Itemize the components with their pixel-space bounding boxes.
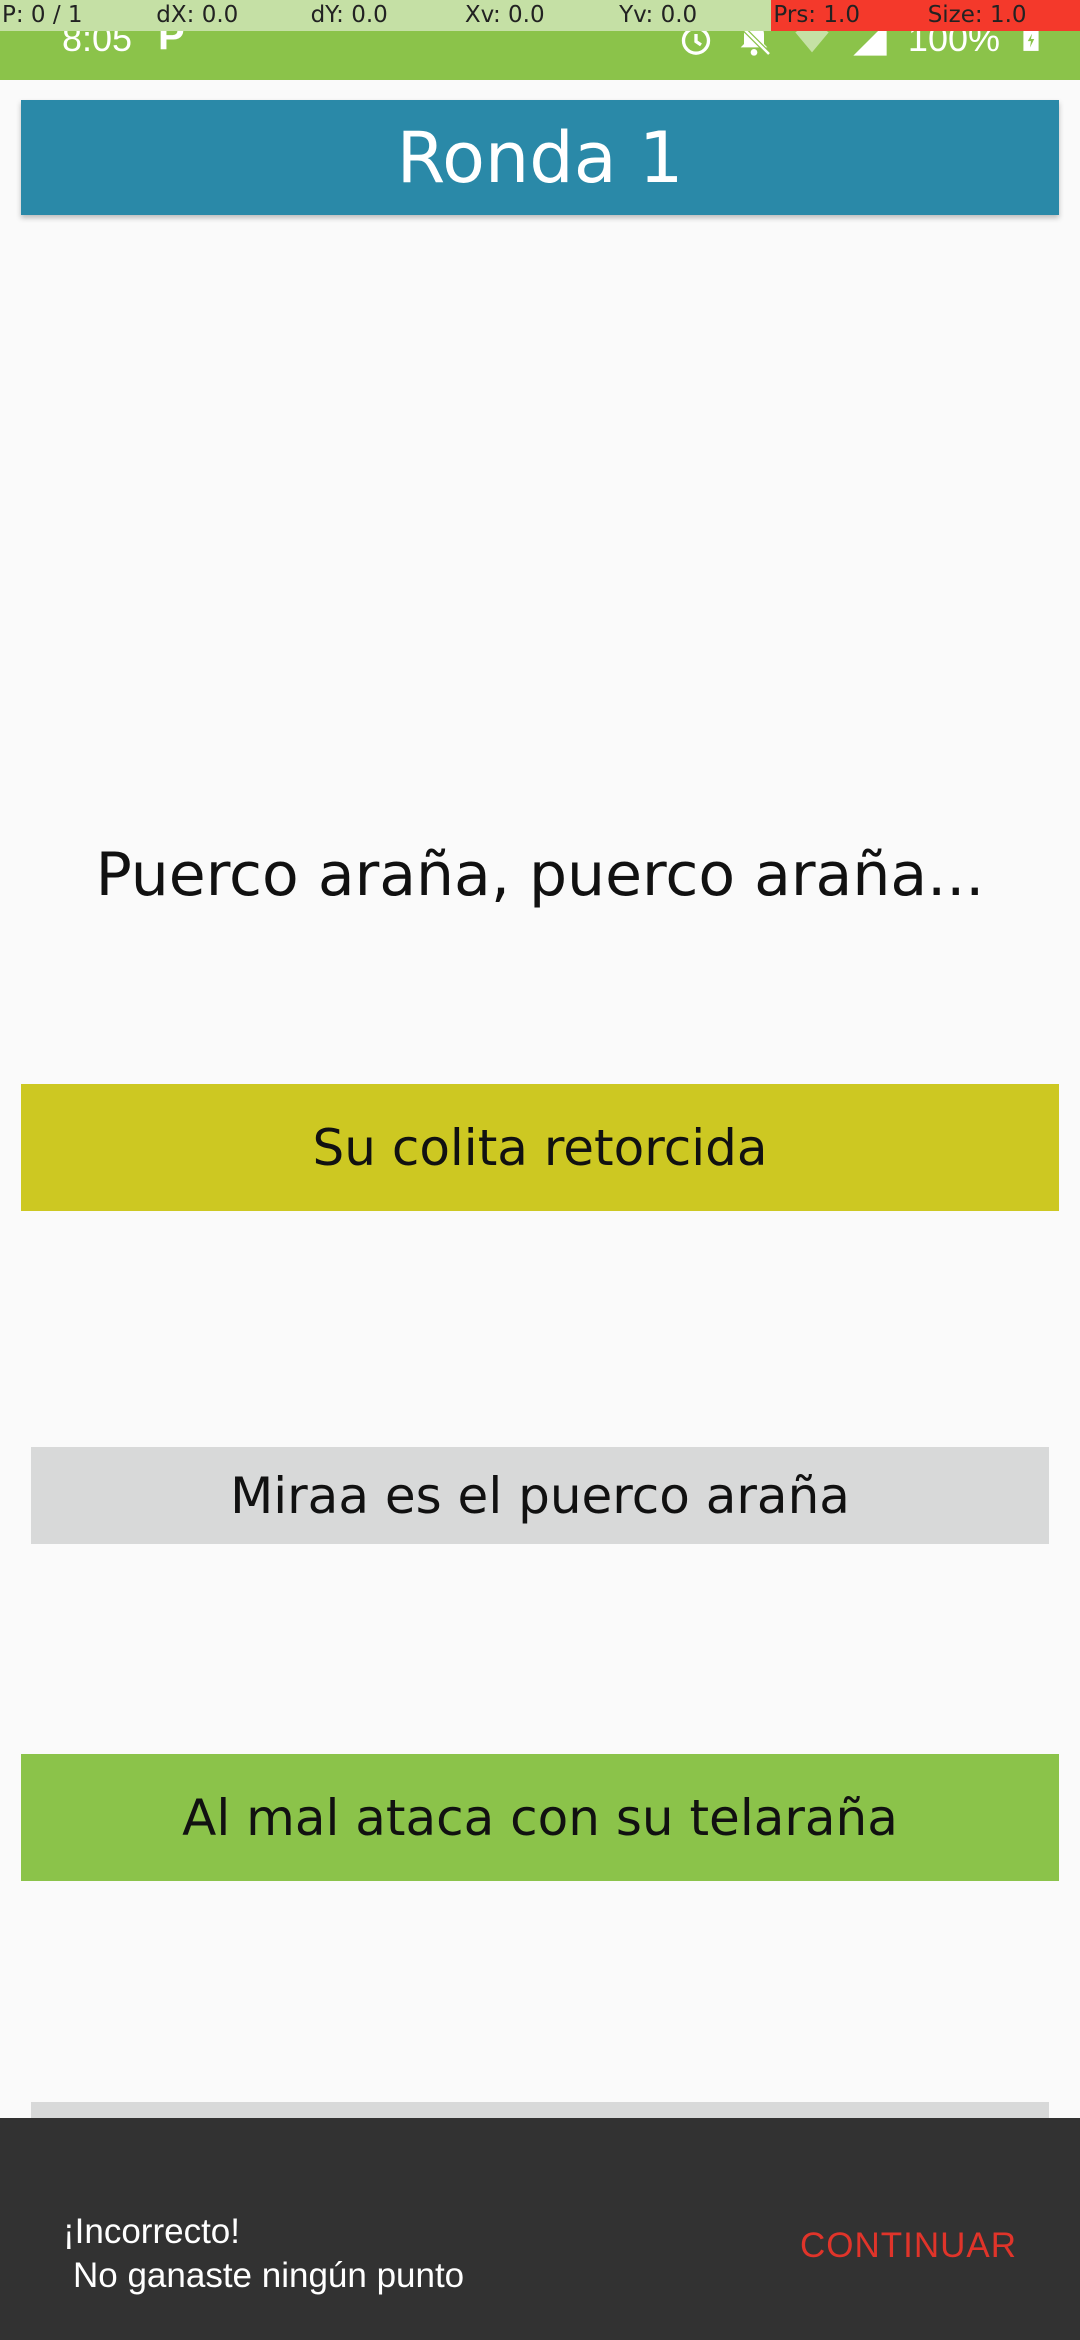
answer-option-1[interactable]: Su colita retorcida <box>21 1084 1059 1211</box>
snackbar-result-title: ¡Incorrecto! <box>63 2212 240 2251</box>
pointer-yv: Yv: 0.0 <box>617 0 772 31</box>
answer-option-3[interactable]: Al mal ataca con su telaraña <box>21 1754 1059 1881</box>
pointer-xv: Xv: 0.0 <box>462 0 618 31</box>
continue-button[interactable]: CONTINUAR <box>800 2226 1017 2266</box>
round-title: Ronda 1 <box>21 100 1059 215</box>
snackbar-points-text: No ganaste ningún punto <box>73 2256 465 2295</box>
pointer-dy: dY: 0.0 <box>308 0 463 31</box>
snackbar-message: ¡Incorrecto! No ganaste ningún punto <box>63 2210 464 2298</box>
answer-option-2[interactable]: Miraa es el puerco araña <box>31 1447 1049 1544</box>
pointer-location-overlay: P: 0 / 1 dX: 0.0 dY: 0.0 Xv: 0.0 Yv: 0.0… <box>0 0 1080 31</box>
pointer-size: Size: 1.0 <box>925 0 1080 31</box>
pointer-pressure: Prs: 1.0 <box>771 0 926 31</box>
pointer-dx: dX: 0.0 <box>154 0 309 31</box>
question-text: Puerco araña, puerco araña... <box>95 840 985 910</box>
pointer-count: P: 0 / 1 <box>0 0 155 31</box>
result-snackbar: ¡Incorrecto! No ganaste ningún punto CON… <box>0 2118 1080 2340</box>
